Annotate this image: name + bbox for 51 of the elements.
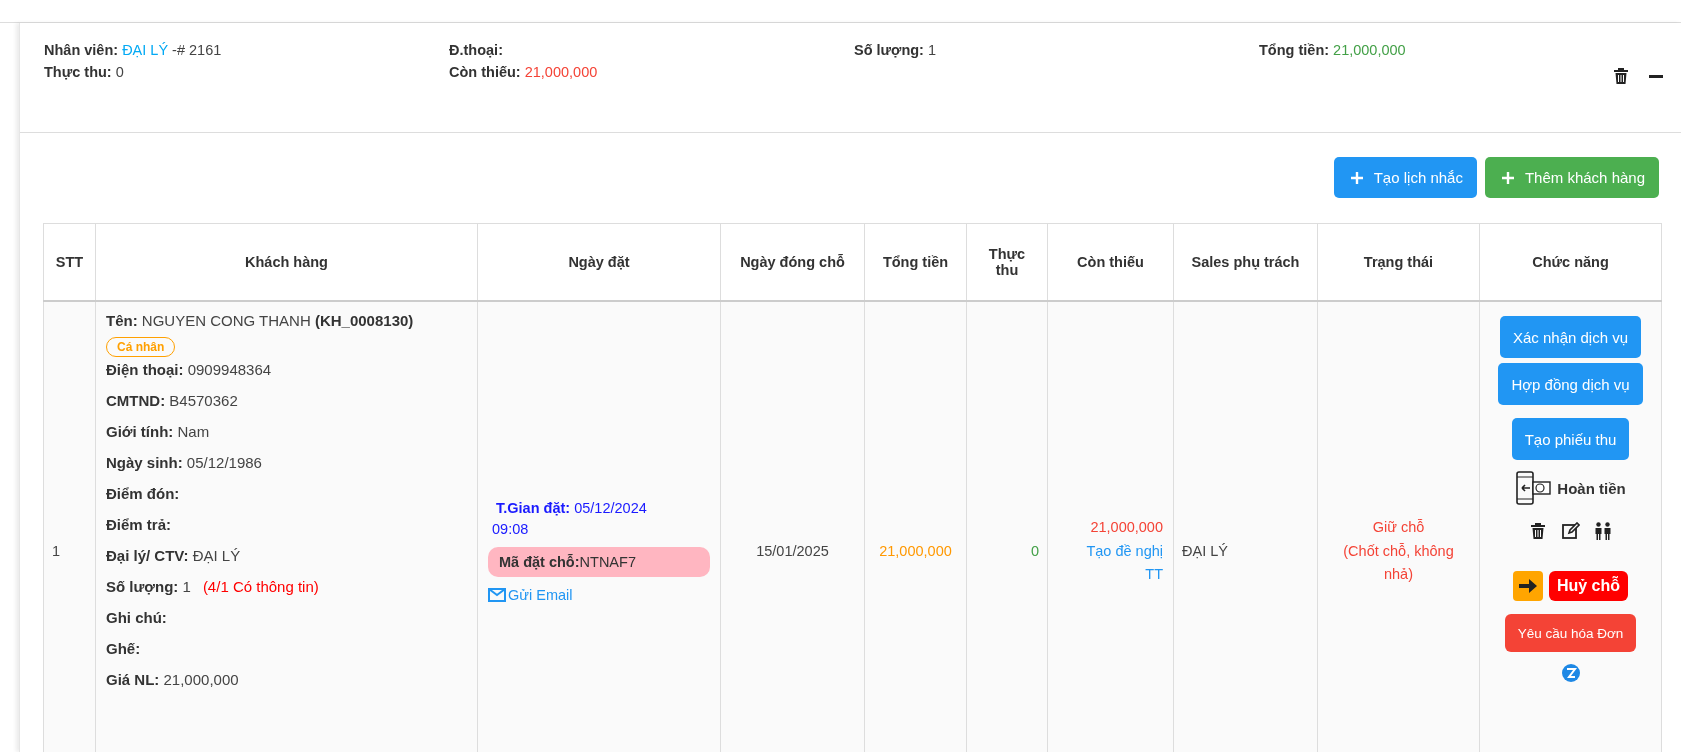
- summary-field: Còn thiếu: 21,000,000: [449, 64, 854, 80]
- people-icon[interactable]: [1593, 522, 1612, 540]
- phone-cash-icon: [1515, 471, 1552, 505]
- arrow-button[interactable]: [1512, 571, 1543, 601]
- edit-icon[interactable]: [1561, 522, 1580, 540]
- table-cell: 21,000,000: [864, 301, 967, 752]
- send-email-link[interactable]: Gửi Email: [488, 587, 573, 603]
- field-label: Điểm đón:: [106, 485, 180, 502]
- chat-badge-icon[interactable]: [1560, 663, 1581, 683]
- status-text: Giữ chỗ: [1371, 518, 1426, 538]
- table-cell: 1: [43, 301, 96, 752]
- field-label: Điểm trả:: [106, 516, 172, 533]
- trash-icon[interactable]: [1529, 522, 1548, 540]
- toolbar-button[interactable]: Thêm khách hàng: [1484, 157, 1659, 198]
- action-button[interactable]: Tạo phiếu thu: [1511, 418, 1630, 460]
- table-cell: 0: [966, 301, 1048, 752]
- cancel-booking-button[interactable]: Huỷ chỗ: [1548, 571, 1629, 601]
- trash-icon[interactable]: [1613, 67, 1629, 85]
- action-button[interactable]: Xác nhận dịch vụ: [1499, 316, 1642, 358]
- summary-field: Số lượng: 1: [854, 42, 1259, 58]
- mail-icon: [488, 588, 506, 602]
- table-cell: ĐẠI LÝ: [1173, 301, 1318, 752]
- status-note: (Chốt chỗ, không nhả): [1342, 541, 1455, 584]
- table-cell: 15/01/2025: [720, 301, 865, 752]
- field-label: Giá NL: 21,000,000: [106, 671, 239, 688]
- toolbar-button[interactable]: Tạo lịch nhắc: [1333, 157, 1477, 198]
- field-label: Ghi chú:: [106, 609, 167, 626]
- booking-code: Mã đặt chỗ:NTNAF7: [488, 547, 710, 577]
- plus-icon: [1350, 171, 1363, 184]
- booking-time: T.Gian đặt: 05/12/2024 09:08: [491, 498, 648, 540]
- field-label: Giới tính: Nam: [106, 423, 210, 440]
- field-label: Điện thoại: 0909948364: [106, 361, 272, 378]
- info-note: (4/1 Có thông tin): [202, 578, 319, 595]
- payment-request-link[interactable]: Tạo đề nghị TT: [1070, 539, 1163, 587]
- field-label: Số lượng: 1: [106, 578, 191, 595]
- summary-field: Nhân viên: ĐẠI LÝ -# 2161: [44, 42, 449, 58]
- refund-link[interactable]: Hoàn tiền: [1557, 479, 1626, 497]
- arrow-icon: [1518, 579, 1537, 593]
- plus-icon: [1501, 171, 1514, 184]
- minus-icon[interactable]: [1649, 74, 1663, 78]
- field-label: Ngày sinh: 05/12/1986: [106, 454, 262, 471]
- field-label: CMTND: B4570362: [106, 392, 238, 409]
- summary-field: Đ.thoại:: [449, 42, 854, 58]
- invoice-request-button[interactable]: Yêu cầu hóa Đơn: [1504, 614, 1637, 652]
- action-button[interactable]: Hợp đồng dịch vụ: [1498, 363, 1643, 405]
- summary-field: Thực thu: 0: [44, 64, 449, 80]
- amount-owed: 21,000,000: [1089, 518, 1163, 538]
- field-label: Đại lý/ CTV: ĐẠI LÝ: [106, 547, 241, 564]
- field-label: Ghế:: [106, 640, 141, 657]
- customer-name: Tên: NGUYEN CONG THANH (KH_0008130): [106, 312, 415, 329]
- summary-field: Tổng tiền: 21,000,000: [1259, 42, 1559, 58]
